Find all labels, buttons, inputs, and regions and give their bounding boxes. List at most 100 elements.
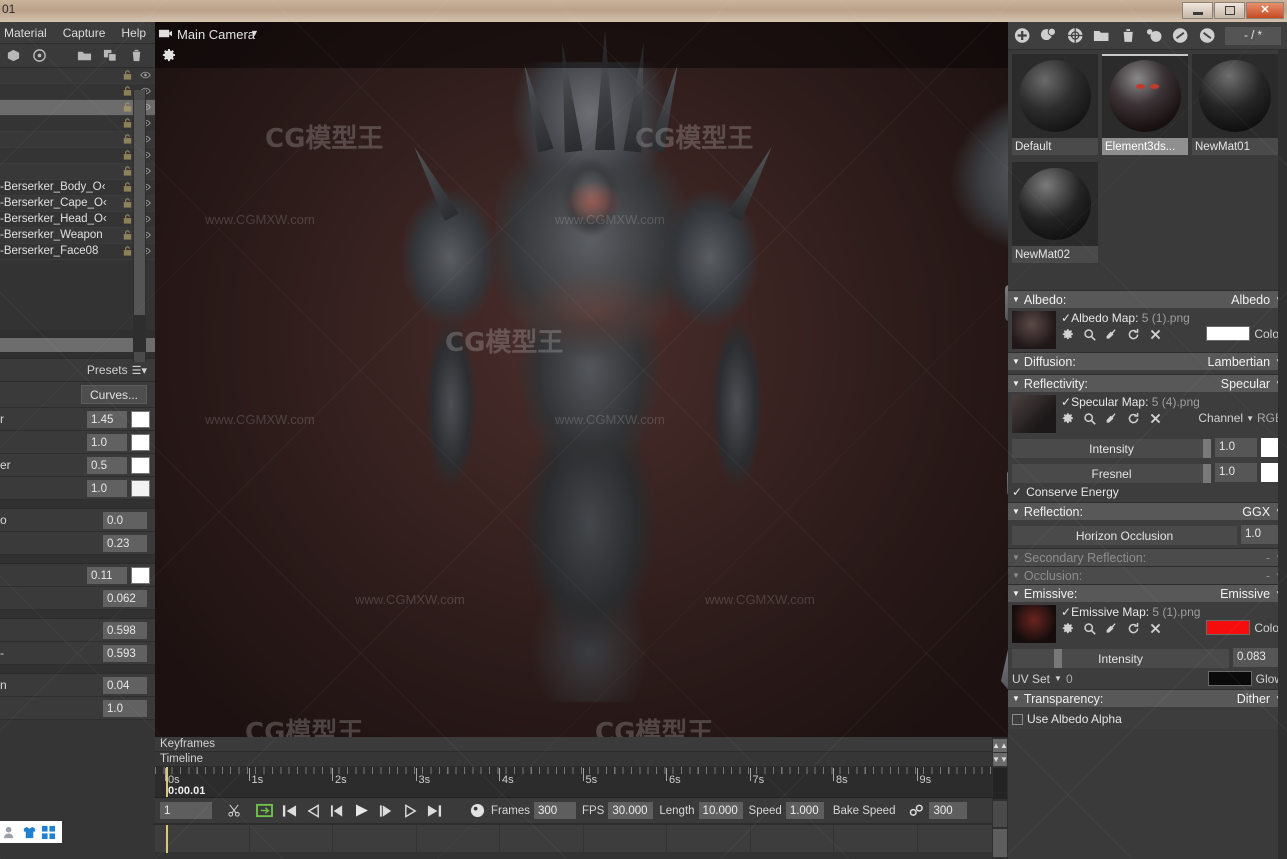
eye-icon[interactable] xyxy=(140,69,151,81)
object-list-row[interactable] xyxy=(0,84,155,100)
keyframes-header[interactable]: Keyframes xyxy=(155,737,1008,752)
property-value[interactable]: 0.062 xyxy=(103,590,147,607)
step-back-icon[interactable] xyxy=(330,804,345,818)
chevron-down-icon[interactable]: ▼ xyxy=(1054,674,1062,683)
step-forward-key-icon[interactable] xyxy=(403,803,418,818)
chevron-down-icon[interactable]: ▼ xyxy=(1246,414,1254,423)
timeline-ruler[interactable]: 0s 1s 2s 3s 4s 5s 6s 7s 8s 9s 0:00.01 xyxy=(155,767,1008,798)
collapse-triangle-icon[interactable]: ▼ xyxy=(1012,357,1020,366)
viewport-3d[interactable]: Main Camera ▼ CG模型王 CG模型王 CG模型王 CG模型王 CG… xyxy=(155,22,1008,737)
hamburger-icon[interactable]: ☰▾ xyxy=(132,364,147,377)
cube-icon[interactable] xyxy=(6,48,21,63)
emissive-color-swatch[interactable] xyxy=(1206,620,1251,635)
curves-button[interactable]: Curves... xyxy=(80,385,147,404)
gear-icon[interactable] xyxy=(1061,328,1074,341)
character-model[interactable] xyxy=(155,22,1008,737)
section-header-transparency[interactable]: ▼Transparency:Dither▼ xyxy=(1008,689,1287,707)
folder-icon[interactable] xyxy=(77,48,92,63)
frames-input[interactable]: 300 xyxy=(533,802,576,819)
material-preview[interactable] xyxy=(1102,54,1188,138)
close-icon[interactable] xyxy=(1149,622,1162,635)
object-list-row[interactable]: -Berserker_Cape_O‹ xyxy=(0,196,155,212)
maximize-button[interactable] xyxy=(1214,2,1245,19)
property-value[interactable]: 0.0 xyxy=(103,512,147,529)
use-albedo-alpha-row[interactable]: Use Albedo Alpha xyxy=(1012,712,1283,726)
specular-intensity-value[interactable]: 1.0 xyxy=(1215,437,1257,457)
section-header-secondary-reflection[interactable]: ▼Secondary Reflection:-▼ xyxy=(1008,548,1287,566)
lock-icon[interactable] xyxy=(122,229,133,241)
slider-handle[interactable] xyxy=(1203,439,1211,458)
bake-value-input[interactable]: 300 xyxy=(929,802,968,819)
section-mode-value[interactable]: - xyxy=(1266,569,1270,583)
object-list-row[interactable] xyxy=(0,148,155,164)
right-panel-scrollbar[interactable] xyxy=(1278,50,1287,859)
checkmark-icon[interactable]: ✓ xyxy=(1061,311,1071,325)
grid-icon[interactable] xyxy=(41,825,56,840)
collapse-triangle-icon[interactable]: ▼ xyxy=(1012,507,1020,516)
step-back-key-icon[interactable] xyxy=(306,803,321,818)
weapon-model[interactable] xyxy=(928,70,1008,710)
left-property-row[interactable]: 1.0 xyxy=(0,477,155,500)
refresh-icon[interactable] xyxy=(1127,622,1140,635)
fresnel-value[interactable]: 1.0 xyxy=(1215,462,1257,482)
object-list-row[interactable]: -Berserker_Head_O‹ xyxy=(0,212,155,228)
gear-icon[interactable] xyxy=(1061,622,1074,635)
horizon-occlusion-value[interactable]: 1.0 xyxy=(1241,524,1283,544)
property-value[interactable]: 1.0 xyxy=(103,700,147,717)
section-mode-value[interactable]: Specular xyxy=(1221,377,1270,391)
lock-icon[interactable] xyxy=(122,133,133,145)
menu-item-help[interactable]: Help xyxy=(121,26,146,40)
albedo-map-thumbnail[interactable] xyxy=(1012,311,1056,349)
object-list-row[interactable] xyxy=(0,164,155,180)
skip-end-icon[interactable] xyxy=(427,804,442,818)
scroll-down-arrow[interactable]: ▼▼ xyxy=(992,753,1008,766)
section-mode-value[interactable]: Dither xyxy=(1237,692,1270,706)
material-name-label[interactable]: Default xyxy=(1012,138,1098,155)
scroll-up-arrow[interactable] xyxy=(134,90,145,100)
section-mode-value[interactable]: Lambertian xyxy=(1208,355,1271,369)
collapse-triangle-icon[interactable]: ▼ xyxy=(1012,379,1020,388)
collapse-triangle-icon[interactable]: ▼ xyxy=(1012,553,1020,562)
property-value[interactable]: 1.0 xyxy=(87,480,127,497)
section-header-emissive[interactable]: ▼Emissive:Emissive▼ xyxy=(1008,584,1287,602)
lock-icon[interactable] xyxy=(122,197,133,209)
eyedropper-icon[interactable] xyxy=(1105,622,1118,635)
chevron-down-icon[interactable]: ▼ xyxy=(250,28,259,38)
eyedropper-icon[interactable] xyxy=(1105,328,1118,341)
timeline-track[interactable] xyxy=(155,824,1008,853)
left-property-row[interactable]: o 0.0 xyxy=(0,509,155,532)
collapse-triangle-icon[interactable]: ▼ xyxy=(1012,694,1020,703)
lock-icon[interactable] xyxy=(122,117,133,129)
specular-intensity-slider[interactable]: Intensity xyxy=(1012,439,1211,458)
search-icon[interactable] xyxy=(1083,412,1096,425)
material-thumbnail-cell[interactable]: Element3ds... xyxy=(1102,54,1192,162)
scissors-icon[interactable] xyxy=(227,803,242,818)
object-list-row[interactable] xyxy=(0,116,155,132)
assign-icon[interactable] xyxy=(1146,27,1162,44)
material-name-label[interactable]: Element3ds... xyxy=(1102,138,1188,155)
left-property-row[interactable]: 0.23 xyxy=(0,532,155,555)
timeline-scrollbar[interactable]: ▲▲ ▼▼ xyxy=(992,737,1008,859)
section-mode-value[interactable]: - xyxy=(1266,551,1270,565)
checkmark-icon[interactable]: ✓ xyxy=(1012,485,1022,499)
shirt-icon[interactable] xyxy=(22,825,37,840)
close-icon[interactable] xyxy=(1149,412,1162,425)
skip-start-icon[interactable] xyxy=(282,804,297,818)
material-thumbnail-cell[interactable]: NewMat02 xyxy=(1012,162,1102,270)
use-albedo-alpha-checkbox[interactable] xyxy=(1012,713,1023,725)
track-playhead[interactable] xyxy=(166,825,168,853)
object-list-row[interactable]: -Berserker_Face08 xyxy=(0,244,155,260)
duplicate-material-icon[interactable] xyxy=(1040,27,1057,44)
lock-icon[interactable] xyxy=(122,101,133,113)
property-value[interactable]: 0.23 xyxy=(103,535,147,552)
character-icon[interactable] xyxy=(3,825,18,840)
property-color-swatch[interactable] xyxy=(131,434,150,451)
deselect-icon[interactable] xyxy=(1199,27,1215,44)
section-header-diffusion[interactable]: ▼Diffusion:Lambertian▼ xyxy=(1008,352,1287,370)
material-preview[interactable] xyxy=(1012,162,1098,246)
scroll-region-2[interactable] xyxy=(993,801,1007,827)
specular-map-thumbnail[interactable] xyxy=(1012,395,1056,433)
material-preview[interactable] xyxy=(1192,54,1278,138)
play-icon[interactable] xyxy=(354,803,370,818)
checker-icon[interactable] xyxy=(1067,27,1083,44)
